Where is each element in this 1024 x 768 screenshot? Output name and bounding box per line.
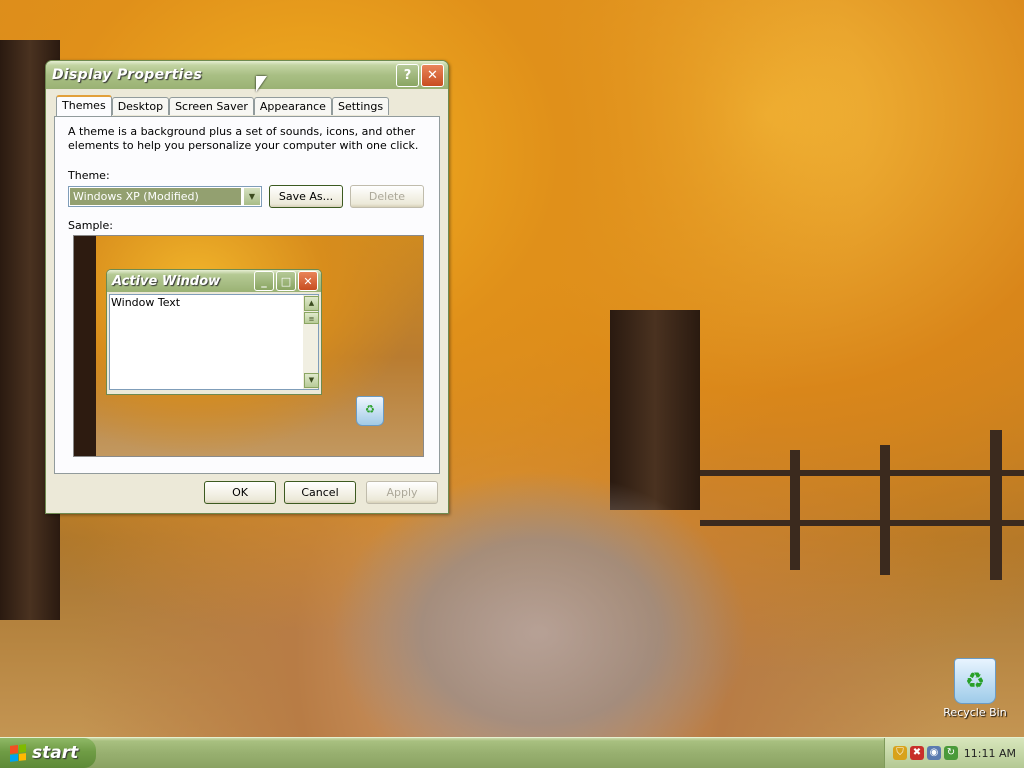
security-alert-icon[interactable]: ✖	[910, 746, 924, 760]
save-as-button[interactable]: Save As...	[269, 185, 343, 208]
close-button[interactable]: ✕	[421, 63, 444, 87]
sample-active-window: Active Window _ □ ✕ Window Text ▲ ≡ ▼	[106, 269, 322, 395]
sample-window-title: Active Window	[112, 273, 221, 289]
tab-settings[interactable]: Settings	[331, 97, 390, 115]
fence-post	[880, 445, 890, 575]
fence-post	[990, 430, 1002, 580]
tab-strip: Themes Desktop Screen Saver Appearance S…	[56, 95, 390, 116]
theme-sample-preview: Active Window _ □ ✕ Window Text ▲ ≡ ▼ ♻	[73, 235, 424, 457]
minimize-icon: _	[254, 271, 274, 291]
apply-button[interactable]: Apply	[366, 481, 438, 504]
tab-appearance[interactable]: Appearance	[253, 97, 332, 115]
sample-label: Sample:	[68, 219, 113, 232]
fence-post	[790, 450, 800, 570]
start-button[interactable]: start	[0, 738, 96, 768]
theme-description: A theme is a background plus a set of so…	[68, 125, 419, 152]
update-icon[interactable]: ↻	[944, 746, 958, 760]
scroll-down-icon: ▼	[304, 373, 319, 388]
recycle-bin-icon: ♻	[954, 658, 996, 704]
scroll-up-icon: ▲	[304, 296, 319, 311]
close-icon: ✕	[298, 271, 318, 291]
system-tray: ⛉ ✖ ◉ ↻ 11:11 AM	[884, 738, 1024, 768]
sample-window-body: Window Text ▲ ≡ ▼	[109, 294, 319, 390]
fence-rail	[700, 470, 1024, 476]
themes-panel: A theme is a background plus a set of so…	[54, 116, 440, 474]
theme-label: Theme:	[68, 169, 110, 182]
taskbar: start ⛉ ✖ ◉ ↻ 11:11 AM	[0, 737, 1024, 768]
network-icon[interactable]: ◉	[927, 746, 941, 760]
windows-logo-icon	[10, 744, 26, 762]
delete-button[interactable]: Delete	[350, 185, 424, 208]
cancel-button[interactable]: Cancel	[284, 481, 356, 504]
scroll-thumb: ≡	[304, 312, 319, 324]
sample-window-titlebar: Active Window _ □ ✕	[107, 270, 321, 292]
sample-recycle-bin-icon: ♻	[356, 396, 384, 426]
tab-themes[interactable]: Themes	[56, 95, 112, 116]
theme-select[interactable]: Windows XP (Modified) ▼	[68, 186, 262, 207]
fence-rail	[700, 520, 1024, 526]
sample-scrollbar: ▲ ≡ ▼	[303, 295, 319, 389]
dialog-titlebar[interactable]: Display Properties ? ✕	[46, 61, 448, 89]
maximize-icon: □	[276, 271, 296, 291]
theme-select-value: Windows XP (Modified)	[70, 188, 241, 205]
recycle-bin-label: Recycle Bin	[943, 706, 1007, 719]
ok-button[interactable]: OK	[204, 481, 276, 504]
display-properties-dialog: Display Properties ? ✕ Themes Desktop Sc…	[45, 60, 449, 514]
tab-screen-saver[interactable]: Screen Saver	[169, 97, 254, 115]
recycle-bin-desktop-icon[interactable]: ♻ Recycle Bin	[940, 658, 1010, 719]
mouse-pointer-icon	[256, 76, 267, 92]
clock[interactable]: 11:11 AM	[964, 747, 1016, 760]
sample-tree-trunk	[74, 236, 96, 456]
sample-window-text: Window Text	[111, 296, 181, 309]
help-button[interactable]: ?	[396, 63, 419, 87]
start-label: start	[32, 743, 79, 763]
chevron-down-icon[interactable]: ▼	[244, 188, 260, 205]
dialog-title: Display Properties	[52, 67, 203, 83]
tab-desktop[interactable]: Desktop	[111, 97, 170, 115]
shield-icon[interactable]: ⛉	[893, 746, 907, 760]
